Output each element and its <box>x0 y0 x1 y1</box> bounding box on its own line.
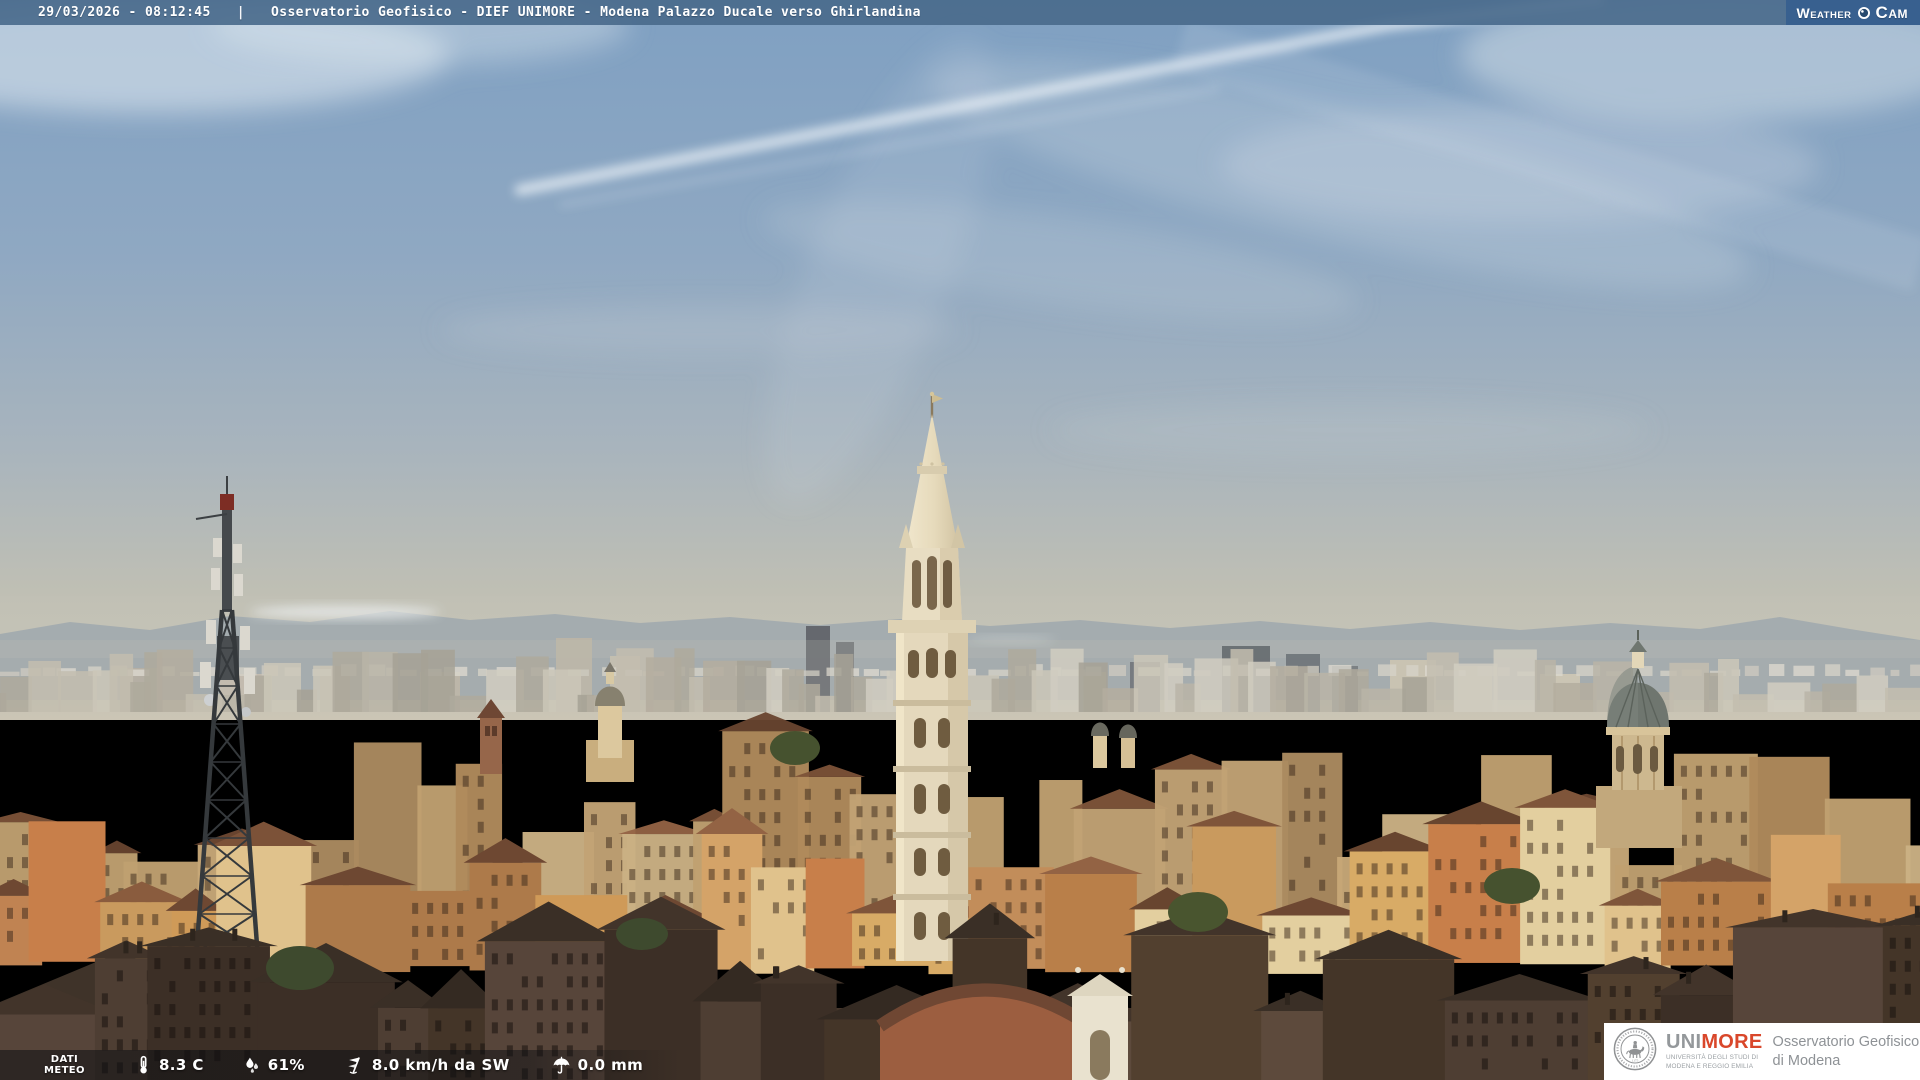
webcam-frame: 29/03/2026 - 08:12:45 | Osservatorio Geo… <box>0 0 1920 1080</box>
seal-year: 1175 <box>1632 1058 1639 1062</box>
twin-cupolas <box>1091 723 1137 769</box>
umbrella-icon <box>552 1056 571 1075</box>
unimore-wordmark: UNIMORE UNIVERSITÀ DEGLI STUDI DI MODENA… <box>1666 1032 1763 1071</box>
camera-title: Osservatorio Geofisico - DIEF UNIMORE - … <box>271 5 921 20</box>
temperature-reading: 8.3 C <box>135 1055 204 1075</box>
observatory-name: Osservatorio Geofisico di Modena <box>1773 1033 1920 1069</box>
humidity-icon <box>242 1056 261 1075</box>
weathercam-watermark: Weather Cam <box>1786 0 1920 25</box>
thermometer-icon <box>135 1055 152 1075</box>
unimore-logo-card: 1175 UNIMORE UNIVERSITÀ DEGLI STUDI DI M… <box>1604 1023 1920 1080</box>
timestamp: 29/03/2026 - 08:12:45 <box>38 5 211 20</box>
wind-icon <box>345 1055 365 1075</box>
unimore-seal: 1175 <box>1612 1026 1658 1077</box>
weathercam-word-weather: Weather <box>1796 5 1851 21</box>
top-overlay-bar: 29/03/2026 - 08:12:45 | Osservatorio Geo… <box>0 0 1920 25</box>
webcam-photo <box>0 0 1920 1080</box>
webcam-lens-icon <box>1857 6 1871 20</box>
humidity-reading: 61% <box>242 1056 305 1075</box>
weather-data-label: DATI METEO <box>44 1054 85 1076</box>
separator: | <box>237 5 245 20</box>
weather-data-strip: DATI METEO 8.3 C 61% <box>0 1050 680 1080</box>
wind-reading: 8.0 km/h da SW <box>345 1055 510 1075</box>
weathercam-word-cam: Cam <box>1876 3 1908 23</box>
precipitation-reading: 0.0 mm <box>552 1056 643 1075</box>
